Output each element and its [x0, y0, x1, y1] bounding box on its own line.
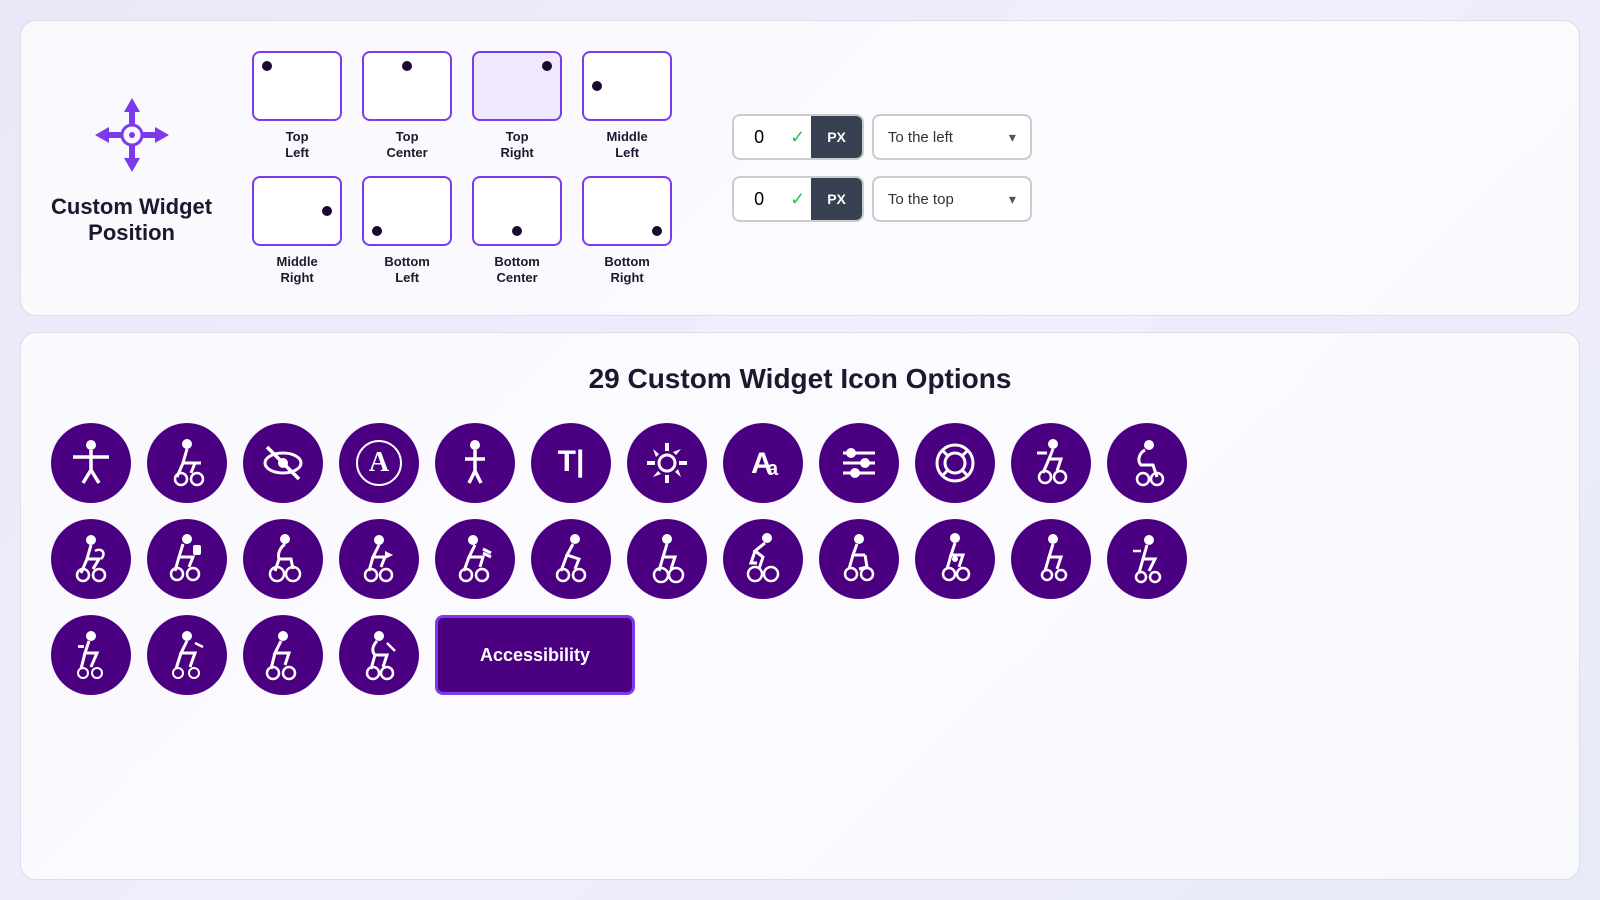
icon-wheelchair-hand[interactable]	[51, 519, 131, 599]
icons-row-2	[51, 519, 1549, 599]
dot-top-center	[402, 61, 412, 71]
left-px-label: PX	[811, 116, 862, 158]
dot-top-left	[262, 61, 272, 71]
position-box-top-center[interactable]	[362, 51, 452, 121]
dot-middle-left	[592, 81, 602, 91]
icon-gear[interactable]	[627, 423, 707, 503]
icon-person-standing[interactable]	[435, 423, 515, 503]
position-label-top-left: TopLeft	[285, 129, 309, 160]
icon-wheelchair-circle[interactable]	[915, 519, 995, 599]
icon-wheelchair-tiny[interactable]	[1107, 519, 1187, 599]
position-label-middle-left: MiddleLeft	[607, 129, 648, 160]
left-dropdown-arrow-icon: ▾	[1009, 129, 1016, 146]
icon-wheelchair-small[interactable]	[1011, 519, 1091, 599]
icons-row-3: Accessibility	[51, 615, 1549, 695]
position-label-bottom-right: BottomRight	[604, 254, 650, 285]
position-bottom-right[interactable]: BottomRight	[582, 176, 672, 285]
icon-wheelchair-forward[interactable]	[339, 519, 419, 599]
move-icon	[87, 90, 177, 180]
top-direction-dropdown[interactable]: To the top ▾	[872, 176, 1032, 222]
left-check-icon[interactable]: ✓	[784, 127, 811, 148]
icon-wheelchair-forward2[interactable]	[435, 519, 515, 599]
position-bottom-left[interactable]: BottomLeft	[362, 176, 452, 285]
left-px-input-group[interactable]: ✓ PX	[732, 114, 864, 160]
icon-sliders[interactable]	[819, 423, 899, 503]
icon-wheelchair-person[interactable]	[147, 423, 227, 503]
top-px-input[interactable]	[734, 189, 784, 210]
dot-middle-right	[322, 206, 332, 216]
position-top-center[interactable]: TopCenter	[362, 51, 452, 160]
icon-wheelchair-basic[interactable]	[627, 519, 707, 599]
icon-wheelchair-active[interactable]	[723, 519, 803, 599]
icons-grid: A T|	[51, 423, 1549, 695]
position-label-top-center: TopCenter	[387, 129, 428, 160]
top-direction-label: To the top	[888, 191, 954, 208]
offset-controls: ✓ PX To the left ▾ ✓ PX To the top ▾	[732, 114, 1032, 222]
dot-bottom-left	[372, 226, 382, 236]
icon-wheelchair-lean[interactable]	[531, 519, 611, 599]
position-label-bottom-center: BottomCenter	[494, 254, 540, 285]
position-box-top-left[interactable]	[252, 51, 342, 121]
position-middle-left[interactable]: MiddleLeft	[582, 51, 672, 160]
custom-widget-position-panel: Custom WidgetPosition TopLeft TopCenter …	[20, 20, 1580, 316]
icon-person-arms-out[interactable]	[51, 423, 131, 503]
icon-wheelchair-seated[interactable]	[819, 519, 899, 599]
dot-bottom-right	[652, 226, 662, 236]
position-label-top-right: TopRight	[501, 129, 534, 160]
icon-options-panel: 29 Custom Widget Icon Options	[20, 332, 1580, 880]
icon-wheelchair-motorized[interactable]	[147, 519, 227, 599]
position-box-bottom-left[interactable]	[362, 176, 452, 246]
icon-wheelchair-iv[interactable]	[339, 615, 419, 695]
icon-aa-font[interactable]: A a	[723, 423, 803, 503]
left-control-row: ✓ PX To the left ▾	[732, 114, 1032, 160]
position-label-bottom-left: BottomLeft	[384, 254, 430, 285]
position-box-top-right[interactable]	[472, 51, 562, 121]
accessibility-button[interactable]: Accessibility	[435, 615, 635, 695]
icon-wheelchair-alt[interactable]	[1107, 423, 1187, 503]
icon-wheelchair-i[interactable]	[51, 615, 131, 695]
position-top-left[interactable]: TopLeft	[252, 51, 342, 160]
position-middle-right[interactable]: MiddleRight	[252, 176, 342, 285]
top-px-label: PX	[811, 178, 862, 220]
move-icon-section: Custom WidgetPosition	[51, 90, 212, 247]
icon-text-T[interactable]: T|	[531, 423, 611, 503]
left-direction-label: To the left	[888, 129, 953, 146]
position-box-middle-right[interactable]	[252, 176, 342, 246]
position-box-bottom-center[interactable]	[472, 176, 562, 246]
icon-life-ring[interactable]	[915, 423, 995, 503]
positions-grid: TopLeft TopCenter TopRight MiddleLeft	[252, 51, 672, 285]
dot-top-right	[542, 61, 552, 71]
position-box-bottom-right[interactable]	[582, 176, 672, 246]
top-control-row: ✓ PX To the top ▾	[732, 176, 1032, 222]
icon-wheelchair-modern[interactable]	[243, 519, 323, 599]
left-direction-dropdown[interactable]: To the left ▾	[872, 114, 1032, 160]
svg-text:T|: T|	[558, 445, 585, 478]
position-box-middle-left[interactable]	[582, 51, 672, 121]
widget-position-label: Custom WidgetPosition	[51, 194, 212, 247]
svg-text:A: A	[369, 447, 390, 478]
position-bottom-center[interactable]: BottomCenter	[472, 176, 562, 285]
icons-row-1: A T|	[51, 423, 1549, 503]
icon-options-title: 29 Custom Widget Icon Options	[51, 363, 1549, 395]
position-label-middle-right: MiddleRight	[277, 254, 318, 285]
left-px-input[interactable]	[734, 127, 784, 148]
icon-letter-a[interactable]: A	[339, 423, 419, 503]
icon-wheelchair-dash[interactable]	[1011, 423, 1091, 503]
icon-wheelchair-ii[interactable]	[147, 615, 227, 695]
top-px-input-group[interactable]: ✓ PX	[732, 176, 864, 222]
icon-eye-slash[interactable]	[243, 423, 323, 503]
icon-wheelchair-iii[interactable]	[243, 615, 323, 695]
top-check-icon[interactable]: ✓	[784, 189, 811, 210]
dot-bottom-center	[512, 226, 522, 236]
position-top-right[interactable]: TopRight	[472, 51, 562, 160]
top-dropdown-arrow-icon: ▾	[1009, 191, 1016, 208]
svg-text:a: a	[767, 458, 779, 480]
